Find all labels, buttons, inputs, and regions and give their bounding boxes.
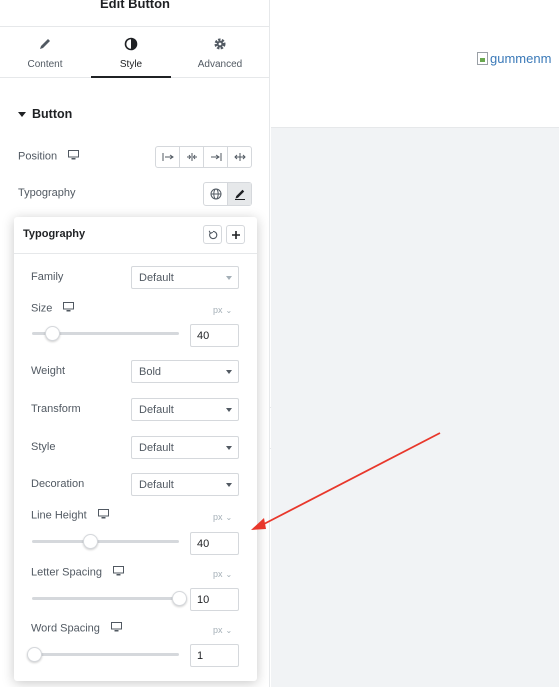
globe-icon bbox=[210, 188, 222, 200]
section-toggle-button[interactable]: Button bbox=[18, 107, 72, 121]
word-spacing-input[interactable]: 1 bbox=[190, 644, 239, 667]
size-label: Size bbox=[31, 302, 75, 315]
align-stretch-button[interactable] bbox=[228, 147, 251, 167]
size-label-text: Size bbox=[31, 302, 53, 315]
word-spacing-unit: px bbox=[213, 625, 223, 635]
chevron-down-icon: ⌄ bbox=[225, 513, 233, 522]
typography-label: Typography bbox=[18, 187, 76, 199]
slider-handle[interactable] bbox=[83, 533, 99, 549]
reset-button[interactable] bbox=[203, 225, 222, 244]
word-spacing-label-text: Word Spacing bbox=[31, 622, 100, 635]
pencil-icon bbox=[234, 189, 245, 200]
line-height-label: Line Height bbox=[31, 509, 109, 522]
letter-spacing-input[interactable]: 10 bbox=[190, 588, 239, 611]
position-label-text: Position bbox=[18, 150, 58, 163]
transform-value: Default bbox=[139, 404, 174, 416]
decoration-label: Decoration bbox=[31, 478, 85, 490]
slider-track bbox=[32, 597, 179, 600]
tab-style[interactable]: Style bbox=[91, 27, 171, 78]
letter-spacing-label: Letter Spacing bbox=[31, 566, 124, 579]
align-center-button[interactable] bbox=[180, 147, 204, 167]
family-value: Default bbox=[139, 272, 174, 284]
letter-spacing-unit: px bbox=[213, 569, 223, 579]
style-value: Default bbox=[139, 442, 174, 454]
weight-value: Bold bbox=[139, 366, 162, 378]
popover-title: Typography bbox=[23, 228, 86, 240]
reset-icon bbox=[208, 230, 217, 239]
slider-track bbox=[32, 653, 179, 656]
slider-track bbox=[32, 540, 179, 543]
panel-header: Edit Button bbox=[0, 0, 270, 27]
family-label: Family bbox=[31, 271, 64, 283]
tab-advanced[interactable]: Advanced bbox=[180, 27, 260, 78]
tab-label: Content bbox=[27, 59, 63, 70]
size-input[interactable]: 40 bbox=[190, 324, 239, 347]
panel-tabs: Content Style Advanced bbox=[0, 27, 270, 78]
pencil-icon bbox=[5, 37, 85, 53]
dropdown-arrow-icon bbox=[226, 276, 232, 280]
desktop-icon[interactable] bbox=[97, 509, 109, 522]
typography-controls bbox=[203, 182, 252, 206]
desktop-icon[interactable] bbox=[68, 150, 80, 163]
transform-label: Transform bbox=[31, 403, 81, 415]
letter-spacing-unit-select[interactable]: px ⌄ bbox=[213, 569, 232, 579]
desktop-icon[interactable] bbox=[63, 302, 75, 315]
popover-header: Typography bbox=[14, 217, 257, 254]
style-select[interactable]: Default bbox=[131, 436, 239, 459]
desktop-icon[interactable] bbox=[113, 566, 124, 579]
line-height-label-text: Line Height bbox=[31, 509, 87, 522]
word-spacing-unit-select[interactable]: px ⌄ bbox=[213, 625, 232, 635]
typography-popover: Typography Family Default Size px ⌄ 40 We… bbox=[14, 217, 257, 681]
line-height-input[interactable]: 40 bbox=[190, 532, 239, 555]
style-label: Style bbox=[31, 441, 56, 453]
dropdown-arrow-icon bbox=[226, 446, 232, 450]
weight-select[interactable]: Bold bbox=[131, 360, 239, 383]
transform-select[interactable]: Default bbox=[131, 398, 239, 421]
global-typography-button[interactable] bbox=[204, 183, 227, 205]
position-options bbox=[155, 146, 252, 168]
gear-icon bbox=[180, 37, 260, 53]
broken-image[interactable]: gummenm bbox=[477, 51, 559, 66]
add-button[interactable] bbox=[226, 225, 245, 244]
align-end-icon bbox=[210, 153, 221, 161]
tab-label: Style bbox=[119, 59, 143, 70]
chevron-down-icon: ⌄ bbox=[225, 626, 233, 635]
plus-icon bbox=[231, 230, 240, 239]
decoration-select[interactable]: Default bbox=[131, 473, 239, 496]
dropdown-arrow-icon bbox=[226, 483, 232, 487]
slider-handle[interactable] bbox=[26, 646, 42, 662]
preview-canvas bbox=[271, 128, 559, 687]
edit-typography-button[interactable] bbox=[227, 183, 251, 205]
line-height-unit: px bbox=[213, 512, 223, 522]
slider-handle[interactable] bbox=[45, 325, 61, 341]
dropdown-arrow-icon bbox=[226, 408, 232, 412]
size-unit: px bbox=[213, 305, 223, 315]
align-end-button[interactable] bbox=[204, 147, 228, 167]
panel-title: Edit Button bbox=[99, 0, 171, 11]
image-alt-text: gummenm bbox=[490, 51, 552, 66]
weight-label: Weight bbox=[31, 365, 66, 377]
align-start-icon bbox=[162, 153, 174, 161]
dropdown-arrow-icon bbox=[226, 370, 232, 374]
align-center-icon bbox=[186, 153, 197, 161]
tab-label: Advanced bbox=[197, 59, 243, 70]
chevron-down-icon: ⌄ bbox=[225, 306, 233, 315]
line-height-unit-select[interactable]: px ⌄ bbox=[213, 512, 232, 522]
desktop-icon[interactable] bbox=[110, 622, 122, 635]
align-start-button[interactable] bbox=[156, 147, 180, 167]
size-unit-select[interactable]: px ⌄ bbox=[213, 305, 232, 315]
half-circle-icon bbox=[91, 37, 171, 53]
letter-spacing-label-text: Letter Spacing bbox=[31, 566, 102, 579]
caret-down-icon bbox=[18, 111, 26, 117]
chevron-down-icon: ⌄ bbox=[225, 570, 233, 579]
tab-content[interactable]: Content bbox=[5, 27, 85, 78]
slider-handle[interactable] bbox=[171, 590, 187, 606]
family-select[interactable]: Default bbox=[131, 266, 239, 289]
position-label: Position bbox=[18, 150, 80, 163]
word-spacing-label: Word Spacing bbox=[31, 622, 122, 635]
decoration-value: Default bbox=[139, 479, 174, 491]
section-title: Button bbox=[32, 107, 73, 121]
align-stretch-icon bbox=[233, 153, 246, 161]
broken-image-icon bbox=[477, 52, 488, 65]
